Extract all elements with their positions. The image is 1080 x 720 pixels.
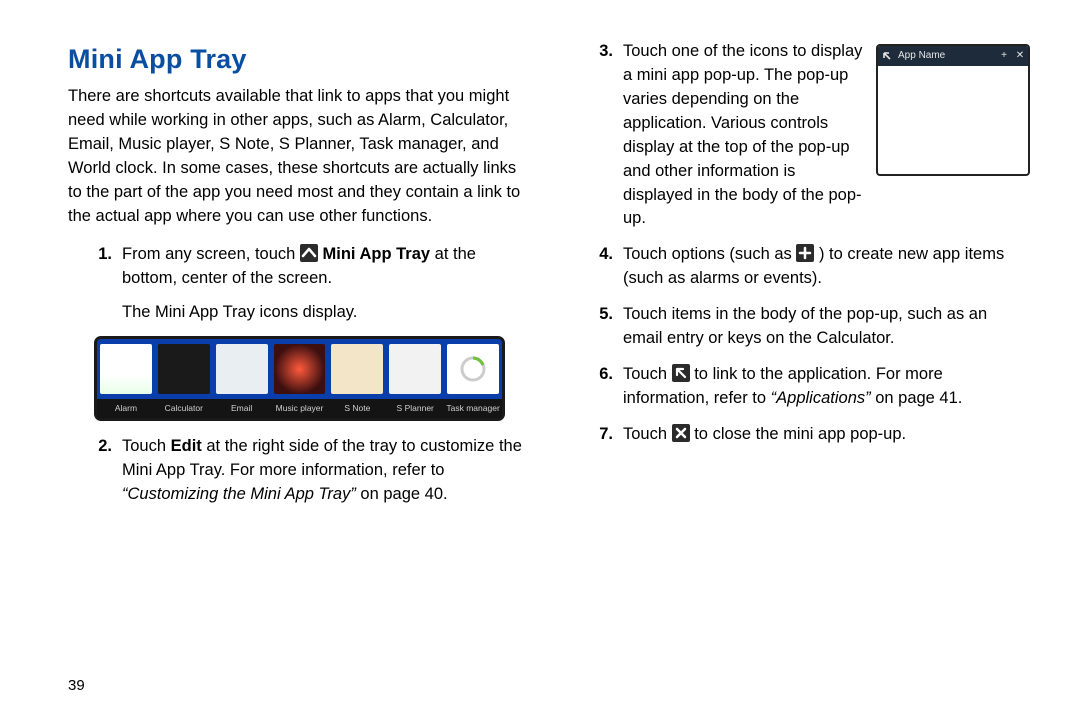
- tray-icon-email: [216, 344, 268, 394]
- step-number: 2.: [68, 435, 122, 507]
- step-5: 5. Touch items in the body of the pop-up…: [569, 303, 1030, 351]
- tray-icon-alarm: [100, 344, 152, 394]
- text: Touch: [122, 437, 171, 455]
- step-body: Touch Edit at the right side of the tray…: [122, 435, 529, 507]
- popup-link-icon: [878, 50, 896, 62]
- popup-title: App Name: [896, 49, 996, 64]
- tray-icon-task-manager: [447, 344, 499, 394]
- section-heading: Mini App Tray: [68, 40, 529, 79]
- text: to close the mini app pop-up.: [694, 425, 906, 443]
- tray-icon-music-player: [274, 344, 326, 394]
- step-2: 2. Touch Edit at the right side of the t…: [68, 435, 529, 507]
- tray-icon-s-note: [331, 344, 383, 394]
- plus-icon: [796, 244, 814, 262]
- step-body: Touch items in the body of the pop-up, s…: [623, 303, 1030, 351]
- tray-label-row: Alarm Calculator Email Music player S No…: [97, 399, 502, 417]
- step-body: App Name + ✕ Touch one of the icons to d…: [623, 40, 1030, 231]
- popup-close-icon: ✕: [1012, 49, 1028, 64]
- tray-label: Calculator: [155, 399, 213, 417]
- step-number: 7.: [569, 423, 623, 447]
- two-column-layout: Mini App Tray There are shortcuts availa…: [68, 40, 1030, 519]
- right-column: 3. App Name + ✕: [569, 40, 1030, 519]
- step-6: 6. Touch to link to the application. For…: [569, 363, 1030, 411]
- left-column: Mini App Tray There are shortcuts availa…: [68, 40, 529, 519]
- popup-plus-icon: +: [996, 49, 1012, 64]
- text: Touch one of the icons to display a mini…: [623, 42, 862, 227]
- step-3: 3. App Name + ✕: [569, 40, 1030, 231]
- tray-icon-row: [97, 339, 502, 399]
- step-body: Touch to link to the application. For mo…: [623, 363, 1030, 411]
- step-body: Touch options (such as ) to create new a…: [623, 243, 1030, 291]
- step-number: 3.: [569, 40, 623, 231]
- popup-figure: App Name + ✕: [876, 44, 1030, 176]
- text: on page 40.: [356, 485, 448, 503]
- tray-icon-s-planner: [389, 344, 441, 394]
- tray-label: Email: [213, 399, 271, 417]
- popup-titlebar: App Name + ✕: [878, 46, 1028, 66]
- step-number: 5.: [569, 303, 623, 351]
- left-steps-list: 1. From any screen, touch Mini App Tray …: [68, 243, 529, 325]
- step-7: 7. Touch to close the mini app pop-up.: [569, 423, 1030, 447]
- step-4: 4. Touch options (such as ) to create ne…: [569, 243, 1030, 291]
- mini-app-tray-label: Mini App Tray: [323, 245, 431, 263]
- right-steps-list: 3. App Name + ✕: [569, 40, 1030, 447]
- chevron-up-icon: [300, 244, 318, 262]
- left-steps-list-2: 2. Touch Edit at the right side of the t…: [68, 435, 529, 507]
- cross-ref: “Applications”: [771, 389, 871, 407]
- text: Touch: [623, 425, 672, 443]
- tray-label: Music player: [271, 399, 329, 417]
- mini-app-tray-figure: Alarm Calculator Email Music player S No…: [94, 336, 505, 420]
- intro-paragraph: There are shortcuts available that link …: [68, 85, 529, 229]
- step-number: 1.: [68, 243, 122, 325]
- tray-label: Alarm: [97, 399, 155, 417]
- step-body: From any screen, touch Mini App Tray at …: [122, 243, 529, 325]
- tray-label: Task manager: [444, 399, 502, 417]
- text: Touch: [623, 365, 672, 383]
- step-number: 6.: [569, 363, 623, 411]
- step-body: Touch to close the mini app pop-up.: [623, 423, 1030, 447]
- link-arrow-icon: [672, 364, 690, 382]
- tray-label: S Note: [328, 399, 386, 417]
- cross-ref: “Customizing the Mini App Tray”: [122, 485, 356, 503]
- page-number: 39: [68, 677, 85, 694]
- step-number: 4.: [569, 243, 623, 291]
- tray-icon-calculator: [158, 344, 210, 394]
- manual-page: Mini App Tray There are shortcuts availa…: [0, 0, 1080, 720]
- tray-label: S Planner: [386, 399, 444, 417]
- step-subtext: The Mini App Tray icons display.: [122, 301, 529, 325]
- close-icon: [672, 424, 690, 442]
- text: on page 41.: [871, 389, 963, 407]
- text: From any screen, touch: [122, 245, 300, 263]
- text: Touch options (such as: [623, 245, 796, 263]
- step-1: 1. From any screen, touch Mini App Tray …: [68, 243, 529, 325]
- edit-label: Edit: [171, 437, 202, 455]
- mini-app-popup: App Name + ✕: [876, 44, 1030, 176]
